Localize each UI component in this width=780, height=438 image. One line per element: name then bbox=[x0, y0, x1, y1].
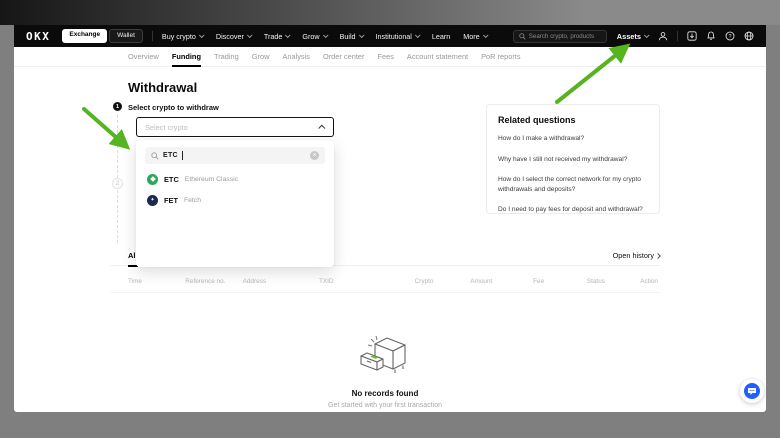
question-link[interactable]: How do I select the correct network for … bbox=[498, 175, 648, 194]
nav-icon-group: ? bbox=[658, 31, 754, 41]
search-icon bbox=[151, 152, 159, 160]
coin-option-fet[interactable]: ✦ FET Fetch bbox=[136, 190, 334, 210]
crypto-dropdown-panel: ETC × ETC Ethereum Classic ✦ FET Fetch bbox=[136, 140, 334, 267]
question-link[interactable]: Do I need to pay fees for deposit and wi… bbox=[498, 205, 648, 215]
col-crypto: Crypto bbox=[395, 278, 452, 285]
empty-box-icon bbox=[359, 333, 411, 379]
menu-learn[interactable]: Learn bbox=[432, 32, 450, 41]
select-placeholder: Select crypto bbox=[145, 123, 320, 132]
tab-por-reports[interactable]: PoR reports bbox=[481, 47, 520, 66]
tab-grow[interactable]: Grow bbox=[252, 47, 270, 66]
divider bbox=[110, 292, 660, 293]
search-value: ETC bbox=[163, 152, 178, 159]
toggle-wallet[interactable]: Wallet bbox=[109, 29, 143, 43]
related-questions-title: Related questions bbox=[498, 115, 648, 125]
col-action: Action bbox=[625, 278, 658, 285]
step-1-label: Select crypto to withdraw bbox=[128, 103, 219, 112]
fet-coin-icon: ✦ bbox=[147, 195, 158, 206]
question-link[interactable]: Why have I still not received my withdra… bbox=[498, 155, 648, 165]
tab-analysis[interactable]: Analysis bbox=[282, 47, 310, 66]
top-navbar: OKX Exchange Wallet Buy crypto Discover … bbox=[14, 25, 766, 47]
col-address: Address bbox=[243, 278, 319, 285]
col-fee: Fee bbox=[510, 278, 567, 285]
etc-coin-icon bbox=[147, 174, 158, 185]
menu-trade[interactable]: Trade bbox=[264, 32, 290, 41]
menu-buy-crypto[interactable]: Buy crypto bbox=[162, 32, 203, 41]
search-placeholder: Search crypto, products bbox=[529, 33, 594, 40]
tab-order-center[interactable]: Order center bbox=[323, 47, 365, 66]
menu-build[interactable]: Build bbox=[340, 32, 363, 41]
toggle-exchange[interactable]: Exchange bbox=[62, 29, 107, 43]
search-input[interactable]: Search crypto, products bbox=[513, 30, 607, 43]
menu-institutional[interactable]: Institutional bbox=[376, 32, 419, 41]
tab-overview[interactable]: Overview bbox=[128, 47, 159, 66]
browser-page: OKX Exchange Wallet Buy crypto Discover … bbox=[14, 25, 766, 412]
tab-trading[interactable]: Trading bbox=[214, 47, 239, 66]
col-status: Status bbox=[567, 278, 624, 285]
chevron-down-icon bbox=[483, 32, 489, 38]
chevron-down-icon bbox=[322, 32, 328, 38]
text-caret bbox=[182, 151, 183, 160]
coin-option-etc[interactable]: ETC Ethereum Classic bbox=[136, 169, 334, 189]
menu-more[interactable]: More bbox=[463, 32, 486, 41]
bell-icon[interactable] bbox=[706, 31, 716, 41]
help-icon[interactable]: ? bbox=[725, 31, 735, 41]
svg-text:?: ? bbox=[728, 34, 731, 40]
chevron-down-icon bbox=[247, 32, 253, 38]
question-link[interactable]: How do I make a withdrawal? bbox=[498, 134, 648, 144]
chevron-down-icon bbox=[644, 32, 650, 38]
exchange-wallet-toggle: Exchange Wallet bbox=[62, 29, 143, 43]
nav-menu: Buy crypto Discover Trade Grow Build Ins… bbox=[162, 32, 487, 41]
page-title: Withdrawal bbox=[128, 80, 197, 95]
chevron-down-icon bbox=[415, 32, 421, 38]
empty-state: No records found Get started with your f… bbox=[110, 333, 660, 409]
col-time: Time bbox=[128, 278, 185, 285]
globe-icon[interactable] bbox=[744, 31, 754, 41]
okx-logo[interactable]: OKX bbox=[26, 30, 50, 43]
open-history-link[interactable]: Open history bbox=[613, 251, 660, 260]
clear-search-icon[interactable]: × bbox=[310, 151, 319, 160]
search-icon bbox=[519, 33, 526, 40]
user-icon[interactable] bbox=[658, 31, 668, 41]
crypto-select[interactable]: Select crypto bbox=[136, 117, 334, 137]
col-amount: Amount bbox=[453, 278, 510, 285]
tab-funding[interactable]: Funding bbox=[172, 47, 201, 67]
nav-divider bbox=[152, 31, 153, 41]
tab-fees[interactable]: Fees bbox=[377, 47, 393, 66]
chevron-down-icon bbox=[358, 32, 364, 38]
menu-grow[interactable]: Grow bbox=[302, 32, 326, 41]
step-1-badge: 1 bbox=[113, 102, 122, 111]
menu-discover[interactable]: Discover bbox=[216, 32, 251, 41]
col-txid: TXID bbox=[319, 278, 395, 285]
chevron-right-icon bbox=[655, 253, 661, 259]
assets-dropdown[interactable]: Assets bbox=[617, 32, 648, 41]
desktop-background bbox=[0, 0, 780, 25]
col-reference: Reference no. bbox=[185, 278, 242, 285]
step-2-badge: 2 bbox=[112, 178, 123, 189]
history-table-header: Time Reference no. Address TXID Crypto A… bbox=[110, 278, 660, 285]
tab-account-statement[interactable]: Account statement bbox=[407, 47, 468, 66]
related-questions-card: Related questions How do I make a withdr… bbox=[486, 104, 660, 214]
nav-divider bbox=[677, 31, 678, 41]
chat-support-button[interactable] bbox=[740, 379, 764, 403]
crypto-search-input[interactable]: ETC × bbox=[145, 147, 325, 164]
download-icon[interactable] bbox=[687, 31, 697, 41]
chevron-up-icon bbox=[318, 124, 325, 131]
chevron-down-icon bbox=[199, 32, 205, 38]
chat-bubble-icon bbox=[744, 383, 760, 399]
funding-tabs: Overview Funding Trading Grow Analysis O… bbox=[14, 47, 766, 67]
empty-state-title: No records found bbox=[110, 389, 660, 398]
empty-state-subtitle: Get started with your first transaction bbox=[110, 402, 660, 409]
chevron-down-icon bbox=[285, 32, 291, 38]
